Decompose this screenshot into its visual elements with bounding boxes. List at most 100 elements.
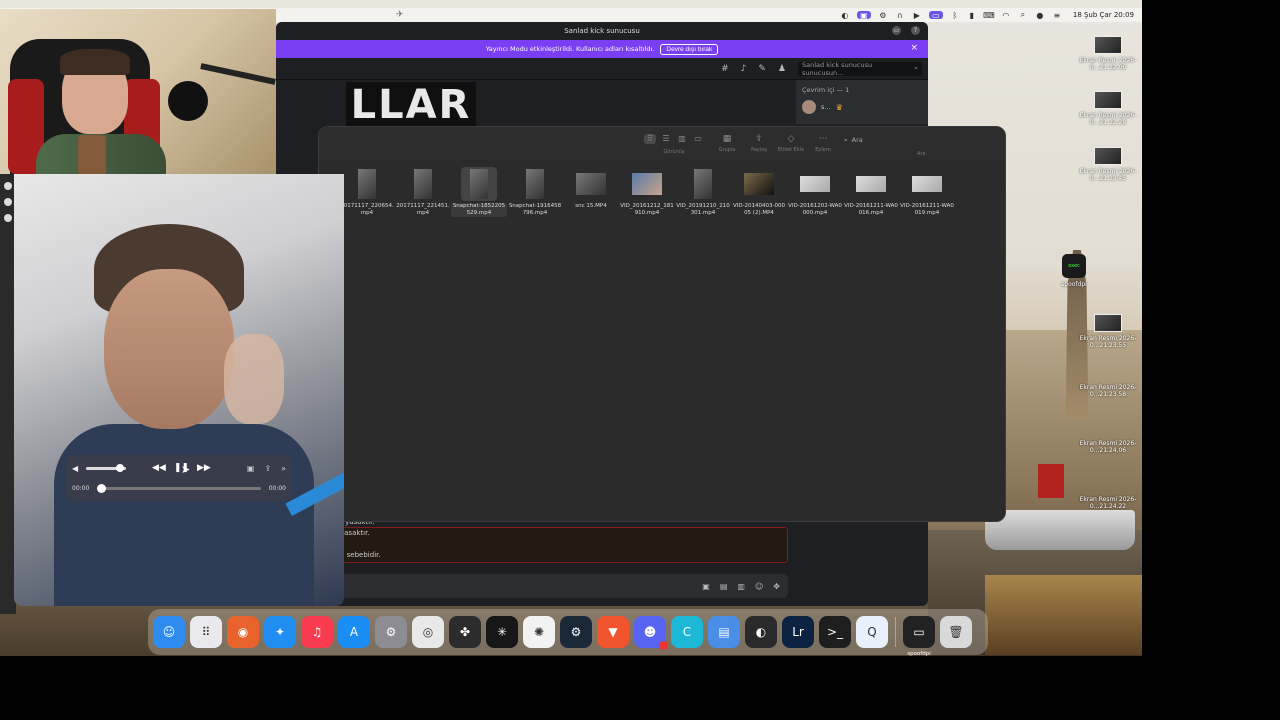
music-icon[interactable]: ♫ — [301, 616, 333, 648]
scrubber-knob[interactable] — [97, 483, 107, 493]
play-icon[interactable]: ▶ — [912, 11, 922, 20]
preview-icon[interactable]: ▤ — [708, 616, 740, 648]
app-store-icon[interactable]: A — [338, 616, 370, 648]
bluetooth-icon[interactable]: ᛒ — [950, 11, 960, 20]
dock-glyph: ▼ — [608, 625, 618, 639]
quicktime-video-window[interactable] — [14, 174, 344, 606]
finder-file-item[interactable]: 20171117_221451.mp4 — [395, 167, 451, 217]
discord-search-input[interactable]: Sanlad kick sunucusu sunucusun... ⌕ — [798, 61, 922, 77]
chrome-icon[interactable]: ◎ — [412, 616, 444, 648]
disable-streamer-mode-button[interactable]: Devre dışı bırak — [660, 43, 719, 55]
siri-icon[interactable]: ● — [1035, 11, 1045, 20]
chatgpt-icon[interactable]: ✺ — [523, 616, 555, 648]
canva-icon[interactable]: C — [671, 616, 703, 648]
add-tag-button[interactable]: ◇ Etiket Ekle — [775, 134, 807, 153]
scrubber[interactable] — [97, 483, 261, 493]
video-thumbnail — [470, 169, 488, 199]
rewind-icon[interactable]: ◀◀ — [152, 463, 166, 473]
davinci-resolve-icon[interactable]: ✤ — [449, 616, 481, 648]
obs-icon[interactable]: ◐ — [745, 616, 777, 648]
picture-in-picture-icon[interactable]: ▣ — [247, 464, 255, 473]
search-icon[interactable]: ⌕ — [1018, 10, 1028, 19]
quicktime-icon[interactable]: Q — [856, 616, 888, 648]
spoofdpi-dock-icon[interactable]: ▭ spoofdpi — [903, 616, 935, 657]
trash-icon[interactable]: 🗑 — [940, 616, 972, 648]
action-button[interactable]: ⋯ Eylem — [807, 134, 839, 153]
screen-share-icon[interactable]: ▣ — [856, 11, 871, 20]
fast-forward-icon[interactable]: ▶▶ — [197, 463, 211, 473]
bell-icon[interactable]: ♪ — [741, 64, 747, 74]
chat-messages: r yasaktır. yasaktır. r. n sebebidir. — [340, 518, 790, 562]
gallery-view-icon[interactable]: ▭ — [692, 134, 704, 144]
side-icon[interactable] — [4, 182, 12, 190]
side-icon[interactable] — [4, 214, 12, 222]
wifi-icon[interactable]: ◠ — [1001, 11, 1011, 20]
list-view-icon[interactable]: ☰ — [660, 134, 672, 144]
emoji-icon[interactable]: ☺ — [755, 582, 763, 591]
volume-slider[interactable] — [86, 463, 126, 472]
gif-icon[interactable]: ▤ — [720, 582, 728, 591]
pin-icon[interactable]: ✎ — [758, 64, 766, 74]
firefox-icon[interactable]: ◉ — [227, 616, 259, 648]
member-list-item[interactable]: s... ♛ — [802, 100, 922, 114]
group-button[interactable]: ▦ Grupla — [711, 134, 743, 153]
finder-file-item[interactable]: VID_20161212_181910.mp4 — [619, 167, 675, 217]
icon-view-icon[interactable]: ⠿ — [644, 133, 656, 144]
screen-record-icon[interactable]: ◐ — [840, 11, 850, 20]
menu-bar-clock[interactable]: 18 Şub Çar 20:09 — [1073, 11, 1134, 19]
finder-file-item[interactable]: snc 15.MP4 — [563, 167, 619, 217]
launchpad-icon[interactable]: ⠿ — [190, 616, 222, 648]
finder-file-item[interactable]: VID_20191210_210301.mp4 — [675, 167, 731, 217]
finder-file-item[interactable]: VID-20161211-WA0016.mp4 — [843, 167, 899, 217]
finder-file-item[interactable]: VID-20140403-00005 (2).MP4 — [731, 167, 787, 217]
side-icon[interactable] — [4, 198, 12, 206]
finder-file-item[interactable]: 20171117_220654.mp4 — [339, 167, 395, 217]
streamer-mode-notice: Yayıncı Modu etkinleştirildi. Kullanıcı … — [276, 40, 928, 58]
desktop-file-icon[interactable]: Ekran Resmi 2026-0...21.23.58 — [1073, 381, 1143, 398]
keyboard-icon[interactable]: ⌨ — [983, 11, 995, 20]
apps-icon[interactable]: ✥ — [773, 582, 780, 591]
file-name: 20171117_220654.mp4 — [340, 203, 394, 216]
close-icon[interactable]: × — [910, 43, 918, 53]
finder-file-item[interactable]: Snapchat-1916458796.mp4 — [507, 167, 563, 217]
safari-icon[interactable]: ✦ — [264, 616, 296, 648]
gear-icon[interactable]: ⚙ — [878, 11, 888, 20]
gift-icon[interactable]: ▣ — [702, 582, 710, 591]
sticker-icon[interactable]: ▥ — [737, 582, 745, 591]
share-icon[interactable]: ⇪ — [264, 464, 271, 473]
control-center-icon[interactable]: ≡ — [1052, 11, 1062, 20]
help-icon[interactable]: ? — [911, 26, 920, 35]
finder-icon[interactable]: ☺ — [153, 616, 185, 648]
finder-file-item[interactable]: VID-20161202-WA0000.mp4 — [787, 167, 843, 217]
brave-icon[interactable]: ▼ — [597, 616, 629, 648]
more-icon[interactable]: » — [281, 464, 286, 473]
desktop-file-icon[interactable]: Ekran Resmi 2026-0...21.24.06 — [1073, 437, 1143, 454]
inbox-icon[interactable]: ▭ — [892, 26, 901, 35]
column-view-icon[interactable]: ▥ — [676, 134, 688, 144]
headphones-icon[interactable]: ∩ — [895, 11, 905, 20]
volume-knob[interactable] — [116, 463, 124, 472]
perplexity-icon[interactable]: ✳ — [486, 616, 518, 648]
steam-icon[interactable]: ⚙ — [560, 616, 592, 648]
display-icon[interactable]: ▭ — [928, 11, 943, 20]
volume-icon[interactable]: ◀ — [72, 464, 84, 473]
finder-file-item[interactable]: VID-20161211-WA0019.mp4 — [899, 167, 955, 217]
desktop-file-icon[interactable]: Ekran Resmi 2026-0...21.23.45 — [1073, 147, 1143, 182]
terminal-icon[interactable]: >_ — [819, 616, 851, 648]
share-button[interactable]: ⇪ Paylaş — [743, 134, 775, 153]
desktop-file-icon[interactable]: Ekran Resmi 2026-0...21.22.06 — [1073, 36, 1143, 71]
lightroom-icon[interactable]: Lr — [782, 616, 814, 648]
desktop-file-icon[interactable]: Ekran Resmi 2026-0...21.24.22 — [1073, 493, 1143, 510]
finder-file-item[interactable]: Snapchat-1852205529.mp4 — [451, 167, 507, 217]
desktop-app-icon[interactable]: exec spoofdpi — [1039, 254, 1109, 288]
desktop-file-icon[interactable]: Ekran Resmi 2026-0...21.23.55 — [1073, 314, 1143, 349]
desktop-file-icon[interactable]: Ekran Resmi 2026-0...21.22.28 — [1073, 91, 1143, 126]
finder-search-input[interactable]: ⌕ Ara — [844, 133, 994, 147]
discord-icon[interactable]: ☻ — [634, 616, 668, 650]
chat-input[interactable]: ▣ ▤ ▥ ☺ ✥ — [340, 574, 788, 598]
system-settings-icon[interactable]: ⚙ — [375, 616, 407, 648]
members-icon[interactable]: ♟ — [778, 64, 786, 74]
battery-icon[interactable]: ▮ — [967, 11, 977, 20]
view-switcher[interactable]: ⠿ ☰ ▥ ▭ Görünüş — [637, 132, 711, 155]
threads-icon[interactable]: # — [721, 64, 729, 74]
